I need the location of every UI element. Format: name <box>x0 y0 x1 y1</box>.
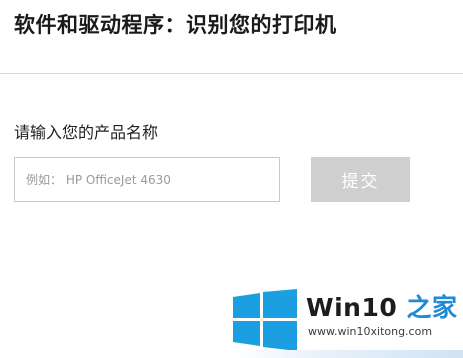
watermark-brand-prefix: Win10 <box>306 293 398 322</box>
windows-logo-icon <box>233 289 297 351</box>
watermark-stripe <box>230 350 463 358</box>
watermark-brand-suffix: 之家 <box>397 293 458 322</box>
page: 软件和驱动程序：识别您的打印机 请输入您的产品名称 提交 Win10 之家 ww… <box>0 0 463 358</box>
site-watermark: Win10 之家 www.win10xitong.com <box>230 287 463 358</box>
header-divider <box>0 73 463 74</box>
watermark-url: www.win10xitong.com <box>308 325 433 338</box>
submit-button[interactable]: 提交 <box>311 157 410 202</box>
product-name-input[interactable] <box>14 157 280 202</box>
watermark-brand: Win10 之家 <box>306 288 457 324</box>
product-name-label: 请输入您的产品名称 <box>14 123 159 142</box>
page-title: 软件和驱动程序：识别您的打印机 <box>14 13 337 37</box>
